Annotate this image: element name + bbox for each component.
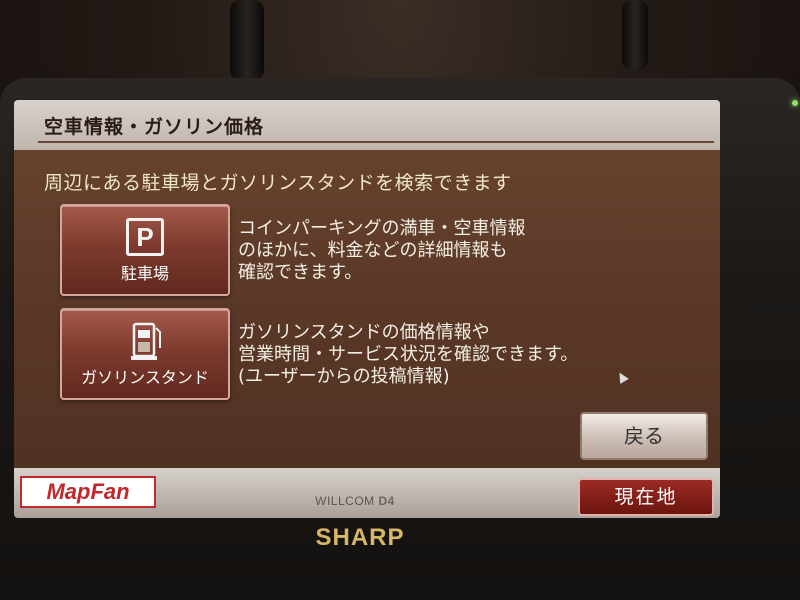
cable-right xyxy=(622,0,648,70)
screen: 空車情報・ガソリン価格 周辺にある駐車場とガソリンスタンドを検索できます P 駐… xyxy=(14,100,720,518)
model-label: WILLCOM D4 xyxy=(275,494,435,508)
page-title: 空車情報・ガソリン価格 xyxy=(44,116,265,138)
parking-button[interactable]: P 駐車場 xyxy=(60,204,230,296)
parking-icon: P xyxy=(126,218,164,256)
maker-logo: SHARP xyxy=(315,524,405,551)
page-subtitle: 周辺にある駐車場とガソリンスタンドを検索できます xyxy=(44,172,512,194)
model-name: WILLCOM xyxy=(315,494,375,508)
model-suffix: D4 xyxy=(378,494,395,508)
gas-station-button-label: ガソリンスタンド xyxy=(81,368,209,387)
title-divider xyxy=(38,141,714,143)
stylus-cursor-icon xyxy=(615,370,629,384)
gas-pump-icon xyxy=(131,322,161,360)
gas-station-button[interactable]: ガソリンスタンド xyxy=(60,308,230,400)
current-location-button[interactable]: 現在地 xyxy=(578,478,714,516)
status-led xyxy=(792,100,798,106)
title-bar: 空車情報・ガソリン価格 xyxy=(14,100,720,150)
mapfan-logo: MapFan xyxy=(20,476,156,508)
bottom-bar: MapFan 現在地 xyxy=(14,468,720,518)
cable-left xyxy=(230,0,264,80)
gas-station-description: ガソリンスタンドの価格情報や 営業時間・サービス状況を確認できます。 (ユーザー… xyxy=(238,322,579,387)
back-button[interactable]: 戻る xyxy=(580,412,708,460)
parking-description: コインパーキングの満車・空車情報 のほかに、料金などの詳細情報も 確認できます。 xyxy=(238,218,526,283)
parking-button-label: 駐車場 xyxy=(120,264,169,283)
